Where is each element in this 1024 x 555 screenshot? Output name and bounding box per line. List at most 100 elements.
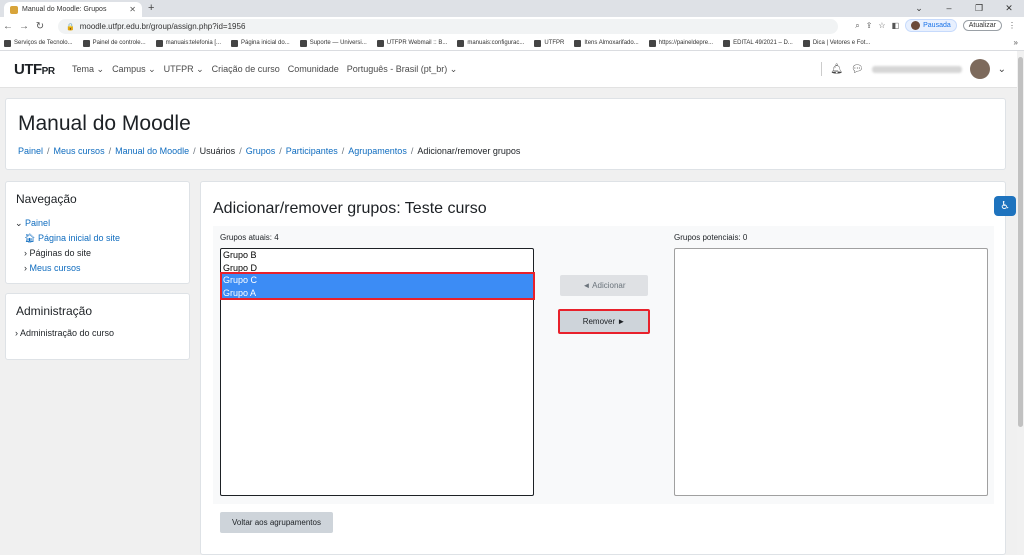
bookmark-star-icon[interactable]: ☆	[878, 21, 885, 30]
tab-close-icon[interactable]: ✕	[129, 5, 136, 14]
bookmark-item[interactable]: EDITAL 49/2021 – D...	[723, 39, 793, 47]
profile-button[interactable]: Pausada	[905, 19, 957, 32]
menu-kebab-icon[interactable]: ⋮	[1008, 21, 1016, 30]
primary-menu: Tema ⌄ Campus ⌄ UTFPR ⌄ Criação de curso…	[72, 64, 457, 75]
potential-groups-select[interactable]	[674, 248, 988, 496]
bookmark-item[interactable]: Suporte — Universi...	[299, 39, 367, 47]
bookmark-favicon-icon	[376, 39, 384, 47]
update-button[interactable]: Atualizar	[962, 20, 1002, 31]
breadcrumb-separator: /	[239, 146, 242, 156]
bookmark-favicon-icon	[723, 39, 731, 47]
menu-item-utfpr[interactable]: UTFPR ⌄	[164, 64, 204, 75]
utfpr-logo[interactable]: UTFPR	[14, 61, 55, 78]
nav-item-painel[interactable]: ⌄ Painel	[15, 216, 120, 231]
accessibility-icon[interactable]: ♿︎	[994, 196, 1016, 216]
window-controls: ⌄ – ❐ ✕	[904, 0, 1024, 17]
avatar[interactable]	[969, 59, 990, 79]
breadcrumb-painel[interactable]: Painel	[18, 146, 43, 156]
breadcrumb-agrupamentos[interactable]: Agrupamentos	[348, 146, 407, 156]
breadcrumb-participantes[interactable]: Participantes	[286, 146, 338, 156]
back-to-groupings-button[interactable]: Voltar aos agrupamentos	[220, 512, 333, 533]
new-tab-button[interactable]: +	[148, 2, 154, 14]
reload-icon[interactable]: ↻	[32, 21, 48, 32]
scrollbar-thumb[interactable]	[1018, 57, 1023, 427]
bookmark-item[interactable]: https://paineldepre...	[648, 39, 713, 47]
page-title: Manual do Moodle	[18, 112, 191, 135]
bookmark-item[interactable]: Página inicial do...	[231, 39, 290, 47]
block-title-administracao: Administração	[16, 304, 93, 318]
form-footer: Voltar aos agrupamentos	[213, 504, 994, 554]
breadcrumb-course[interactable]: Manual do Moodle	[115, 146, 189, 156]
minimize-button[interactable]: –	[934, 0, 964, 17]
administration-block: Administração › Administração do curso	[5, 293, 190, 360]
bookmark-favicon-icon	[299, 39, 307, 47]
nav-item-site-pages[interactable]: › Páginas do site	[15, 246, 120, 261]
nav-item-my-courses[interactable]: › Meus cursos	[15, 261, 120, 276]
page-scrollbar[interactable]	[1017, 51, 1024, 555]
breadcrumb-separator: /	[47, 146, 50, 156]
menu-item-campus[interactable]: Campus ⌄	[112, 64, 156, 75]
group-option-b[interactable]: Grupo B	[221, 249, 533, 262]
potential-groups-label: Grupos potenciais: 0	[674, 233, 748, 242]
messages-icon[interactable]: 💬︎	[851, 64, 864, 75]
bookmark-favicon-icon	[155, 39, 163, 47]
selection-highlight-annotation	[220, 272, 535, 300]
breadcrumb-grupos[interactable]: Grupos	[246, 146, 276, 156]
browser-actions: ⌕ ⇪ ☆ ◧ Pausada Atualizar ⋮	[855, 19, 1016, 32]
address-bar-row: ← → ↻ 🔒 moodle.utfpr.edu.br/group/assign…	[0, 17, 1024, 36]
bookmark-item[interactable]: manuais:telefonia [...	[155, 39, 221, 47]
admin-item-course-admin[interactable]: › Administração do curso	[15, 328, 114, 338]
forward-icon[interactable]: →	[16, 21, 32, 32]
url-text: moodle.utfpr.edu.br/group/assign.php?id=…	[79, 22, 246, 31]
current-groups-label: Grupos atuais: 4	[220, 233, 279, 242]
main-heading: Adicionar/remover grupos: Teste curso	[213, 200, 487, 217]
url-input[interactable]: 🔒 moodle.utfpr.edu.br/group/assign.php?i…	[58, 19, 838, 34]
breadcrumb-separator: /	[279, 146, 282, 156]
bookmark-item[interactable]: Serviços de Tecnolo...	[4, 39, 73, 47]
bookmarks-bar: Serviços de Tecnolo... Painel de control…	[0, 36, 1024, 51]
restore-button[interactable]: ❐	[964, 0, 994, 17]
close-window-button[interactable]: ✕	[994, 0, 1024, 17]
notification-bell-icon[interactable]: 🔔︎	[830, 64, 843, 75]
moodle-favicon-icon	[10, 5, 18, 14]
user-name-blurred[interactable]	[871, 65, 962, 73]
lock-icon[interactable]: 🔒	[66, 23, 75, 31]
language-selector[interactable]: Português - Brasil (pt_br) ⌄	[347, 64, 458, 75]
page-header: Manual do Moodle Painel / Meus cursos / …	[5, 98, 1006, 170]
bookmark-favicon-icon	[534, 39, 542, 47]
home-icon: 🏠︎	[24, 233, 38, 243]
zoom-icon[interactable]: ⌕	[855, 21, 859, 31]
breadcrumb-separator: /	[410, 146, 414, 156]
bookmark-item[interactable]: Painel de controle...	[82, 39, 146, 47]
bookmark-favicon-icon	[457, 39, 465, 47]
bookmark-item[interactable]: Dica | Vetores e Fot...	[802, 39, 870, 47]
bookmark-item[interactable]: UTFPR Webmail :: B...	[376, 39, 447, 47]
chevron-down-icon: ⌄	[15, 218, 26, 228]
browser-tab[interactable]: Manual do Moodle: Grupos ✕	[4, 2, 142, 17]
profile-status: Pausada	[923, 22, 951, 29]
side-panel-icon[interactable]: ◧	[892, 21, 900, 30]
tab-title: Manual do Moodle: Grupos	[22, 6, 107, 13]
bookmark-favicon-icon	[82, 39, 90, 47]
bookmark-item[interactable]: manuais:configurac...	[457, 39, 524, 47]
bookmarks-more-icon[interactable]: »	[1014, 38, 1018, 47]
group-assign-form: Grupos atuais: 4 Grupos potenciais: 0 Gr…	[213, 226, 994, 504]
back-icon[interactable]: ←	[0, 21, 16, 32]
tab-search-icon[interactable]: ⌄	[904, 0, 934, 17]
menu-item-criacao-curso[interactable]: Criação de curso	[212, 64, 280, 75]
breadcrumb-usuarios: Usuários	[199, 146, 236, 156]
menu-item-tema[interactable]: Tema ⌄	[72, 64, 104, 75]
menu-item-comunidade[interactable]: Comunidade	[288, 64, 339, 75]
breadcrumb-meus-cursos[interactable]: Meus cursos	[54, 146, 105, 156]
add-button[interactable]: ◄ Adicionar	[560, 275, 648, 296]
bookmark-favicon-icon	[574, 39, 582, 47]
bookmark-item[interactable]: Itens Almoxarifado...	[574, 39, 639, 47]
user-menu-chevron-icon[interactable]: ⌄	[998, 64, 1006, 75]
bookmark-favicon-icon	[648, 39, 656, 47]
breadcrumb: Painel / Meus cursos / Manual do Moodle …	[18, 146, 520, 156]
bookmark-item[interactable]: UTFPR	[534, 39, 564, 47]
breadcrumb-current: Adicionar/remover grupos	[417, 146, 521, 156]
nav-item-home[interactable]: 🏠︎ Página inicial do site	[15, 231, 120, 246]
remove-button[interactable]: Remover ►	[558, 309, 650, 334]
share-icon[interactable]: ⇪	[866, 21, 873, 30]
